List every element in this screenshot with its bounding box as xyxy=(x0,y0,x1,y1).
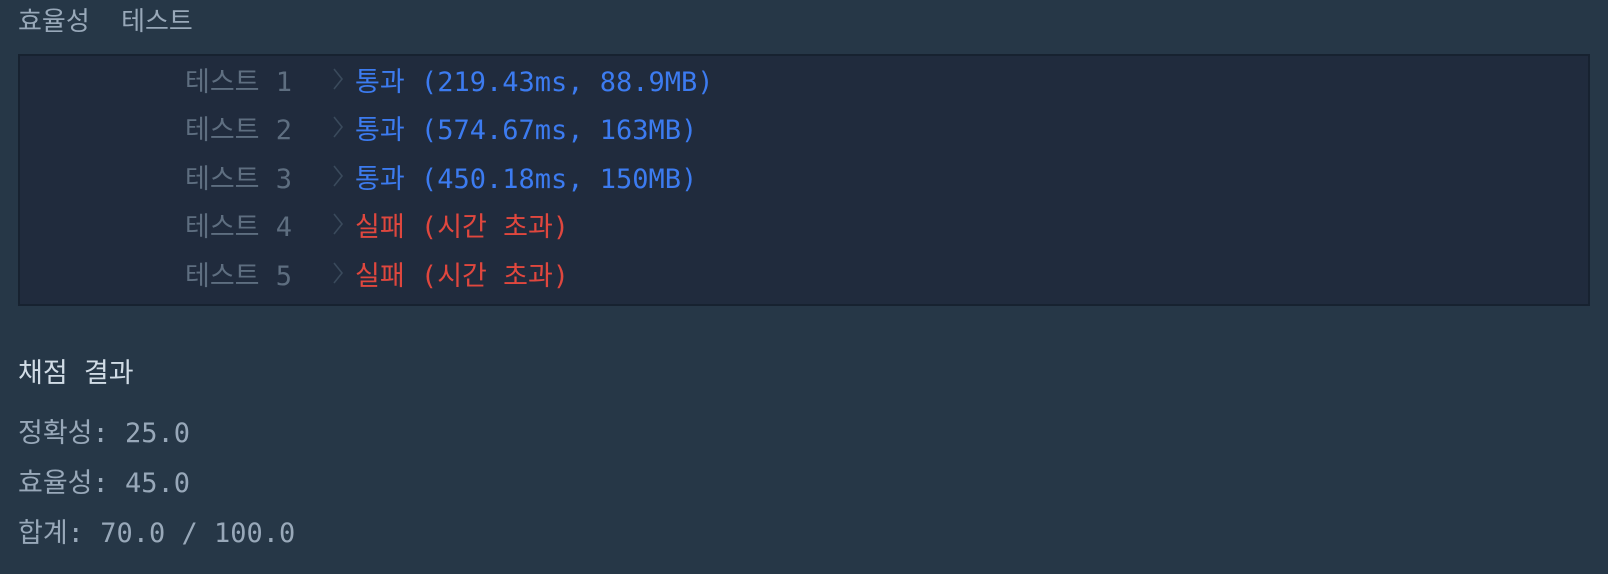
test-row-1: 테스트 1 통과 (219.43ms, 88.9MB) xyxy=(185,59,714,99)
section-header: 효율성 테스트 xyxy=(18,7,193,37)
test-label: 테스트 5 xyxy=(185,260,293,292)
test-row-5: 테스트 5 실패 (시간 초과) xyxy=(185,253,569,293)
accuracy-score: 정확성: 25.0 xyxy=(18,418,191,449)
chevron-right-icon xyxy=(325,161,351,191)
total-score: 합계: 70.0 / 100.0 xyxy=(18,518,296,549)
test-label: 테스트 4 xyxy=(185,211,293,243)
test-result: 실패 (시간 초과) xyxy=(355,211,570,243)
efficiency-test-results: 테스트 1 통과 (219.43ms, 88.9MB) 테스트 2 통과 (57… xyxy=(18,54,1590,306)
chevron-right-icon xyxy=(325,112,351,142)
efficiency-score: 효율성: 45.0 xyxy=(18,468,191,499)
chevron-right-icon xyxy=(325,64,351,94)
grading-title: 채점 결과 xyxy=(18,358,134,389)
test-row-4: 테스트 4 실패 (시간 초과) xyxy=(185,204,569,244)
test-label: 테스트 2 xyxy=(185,114,293,146)
chevron-right-icon xyxy=(325,258,351,288)
chevron-right-icon xyxy=(325,209,351,239)
test-result: 실패 (시간 초과) xyxy=(355,260,570,292)
test-result: 통과 (219.43ms, 88.9MB) xyxy=(355,66,714,98)
test-row-3: 테스트 3 통과 (450.18ms, 150MB) xyxy=(185,156,697,196)
test-row-2: 테스트 2 통과 (574.67ms, 163MB) xyxy=(185,107,697,147)
test-result: 통과 (574.67ms, 163MB) xyxy=(355,114,698,146)
test-result: 통과 (450.18ms, 150MB) xyxy=(355,163,698,195)
test-label: 테스트 3 xyxy=(185,163,293,195)
test-label: 테스트 1 xyxy=(185,66,293,98)
